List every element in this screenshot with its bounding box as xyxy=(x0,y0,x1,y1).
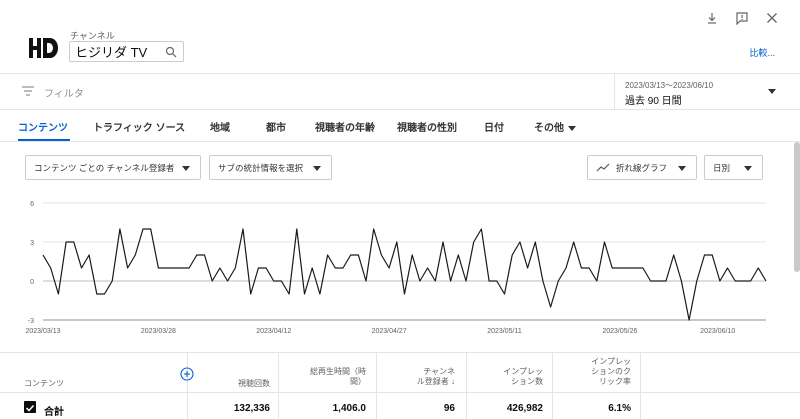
chevron-down-icon xyxy=(313,166,321,171)
series-line xyxy=(42,228,767,321)
tab-more[interactable]: その他 xyxy=(534,119,576,134)
date-range-picker[interactable]: 2023/03/13～2023/06/10 過去 90 日間 xyxy=(614,74,786,110)
header-line: インプレッ xyxy=(503,367,543,376)
column-header-subscribers[interactable]: チャンネ ル登録者 ↓ xyxy=(380,367,455,387)
y-tick-label: -3 xyxy=(28,318,34,325)
total-views: 132,336 xyxy=(233,403,270,414)
chevron-down-icon xyxy=(678,166,686,171)
filter-bar: フィルタ 2023/03/13～2023/06/10 過去 90 日間 xyxy=(0,73,800,110)
header-line: ション数 xyxy=(511,377,543,386)
tab-content[interactable]: コンテンツ xyxy=(18,119,68,134)
feedback-icon[interactable] xyxy=(735,11,749,25)
chart-type-value: 折れ線グラフ xyxy=(616,162,668,173)
y-tick-label: 6 xyxy=(30,201,34,208)
active-tab-indicator xyxy=(18,139,70,141)
x-tick-label: 2023/05/11 xyxy=(487,328,522,335)
date-range-label: 過去 90 日間 xyxy=(625,96,682,107)
header-line: チャンネ xyxy=(423,367,455,376)
total-ctr: 6.1% xyxy=(608,403,631,414)
tab-traffic-source[interactable]: トラフィック ソース xyxy=(93,119,185,134)
column-divider xyxy=(376,353,377,419)
channel-name: ヒジリダ TV xyxy=(75,45,148,60)
metrics-table: コンテンツ 視聴回数 総再生時間（時 間） チャンネ ル登録者 ↓ インプレッ … xyxy=(0,352,800,419)
x-tick-label: 2023/04/12 xyxy=(256,328,291,335)
x-tick-label: 2023/03/13 xyxy=(25,328,60,335)
secondary-metric-select[interactable]: サブの統計情報を選択 xyxy=(209,155,332,180)
tab-more-label: その他 xyxy=(534,123,564,134)
header-line: リック率 xyxy=(599,377,631,386)
tab-viewer-age[interactable]: 視聴者の年齢 xyxy=(315,119,375,134)
y-tick-label: 0 xyxy=(30,279,34,286)
search-icon[interactable] xyxy=(165,46,177,58)
sort-arrow-icon: ↓ xyxy=(451,377,455,386)
column-divider xyxy=(552,353,553,419)
header-line: インプレッ xyxy=(591,357,631,366)
y-tick-label: 3 xyxy=(30,240,34,247)
granularity-value: 日別 xyxy=(713,162,731,173)
metric-select[interactable]: コンテンツ ごとの チャンネル登録者 xyxy=(25,155,201,180)
chevron-down-icon xyxy=(568,125,576,131)
chevron-down-icon xyxy=(182,166,190,171)
chart-type-select[interactable]: 折れ線グラフ xyxy=(587,155,697,180)
column-header-views[interactable]: 視聴回数 xyxy=(190,379,270,389)
total-impressions: 426,982 xyxy=(506,403,543,414)
column-divider xyxy=(640,353,641,419)
column-divider xyxy=(278,353,279,419)
tab-bar: コンテンツ トラフィック ソース 地域 都市 視聴者の年齢 視聴者の性別 日付 … xyxy=(0,110,800,142)
column-header-impressions[interactable]: インプレッ ション数 xyxy=(470,367,543,387)
total-row-checkbox[interactable] xyxy=(24,401,36,413)
secondary-metric-value: サブの統計情報を選択 xyxy=(218,162,304,173)
x-tick-label: 2023/06/10 xyxy=(700,328,735,335)
trend-icon xyxy=(596,163,610,171)
column-divider xyxy=(187,353,188,419)
line-chart: 6 3 0 -3 2023/03/13 2023/03/28 2023/04/12 2023/… xyxy=(25,201,767,335)
channel-logo xyxy=(29,38,58,58)
analytics-page: チャンネル ヒジリダ TV 比較... フィルタ 2023/03/13～2023… xyxy=(0,0,800,419)
download-icon[interactable] xyxy=(705,11,719,25)
x-tick-label: 2023/04/27 xyxy=(372,328,407,335)
total-watch-hours: 1,406.0 xyxy=(332,403,366,414)
scrollbar[interactable] xyxy=(794,142,800,272)
filter-input[interactable]: フィルタ xyxy=(44,85,84,100)
check-icon xyxy=(25,404,35,412)
tab-geography[interactable]: 地域 xyxy=(210,119,230,134)
channel-selector[interactable]: ヒジリダ TV xyxy=(69,41,184,62)
header-divider xyxy=(0,392,800,393)
header-line: ル登録者 xyxy=(416,377,449,386)
column-header-content[interactable]: コンテンツ xyxy=(24,379,64,389)
date-range-text: 2023/03/13～2023/06/10 xyxy=(625,81,714,90)
tab-city[interactable]: 都市 xyxy=(266,119,286,134)
granularity-select[interactable]: 日別 xyxy=(704,155,763,180)
x-tick-label: 2023/03/28 xyxy=(141,328,176,335)
column-header-ctr[interactable]: インプレッ ションのク リック率 xyxy=(556,357,631,387)
chevron-down-icon xyxy=(744,166,752,171)
header-line: 総再生時間（時 xyxy=(310,367,366,376)
total-subscribers: 96 xyxy=(443,403,455,414)
header-line: 間） xyxy=(350,377,366,386)
header-line: ションのク xyxy=(591,367,631,376)
total-row-label: 合計 xyxy=(44,407,64,418)
x-tick-label: 2023/05/26 xyxy=(602,328,637,335)
close-icon[interactable] xyxy=(765,11,779,25)
compare-link[interactable]: 比較... xyxy=(749,46,775,59)
filter-icon[interactable] xyxy=(22,86,34,96)
tab-viewer-gender[interactable]: 視聴者の性別 xyxy=(397,119,457,134)
column-header-watch-time[interactable]: 総再生時間（時 間） xyxy=(281,367,366,387)
column-divider xyxy=(466,353,467,419)
tab-date[interactable]: 日付 xyxy=(484,119,504,134)
chevron-down-icon xyxy=(768,89,776,94)
metric-select-value: コンテンツ ごとの チャンネル登録者 xyxy=(34,162,175,173)
